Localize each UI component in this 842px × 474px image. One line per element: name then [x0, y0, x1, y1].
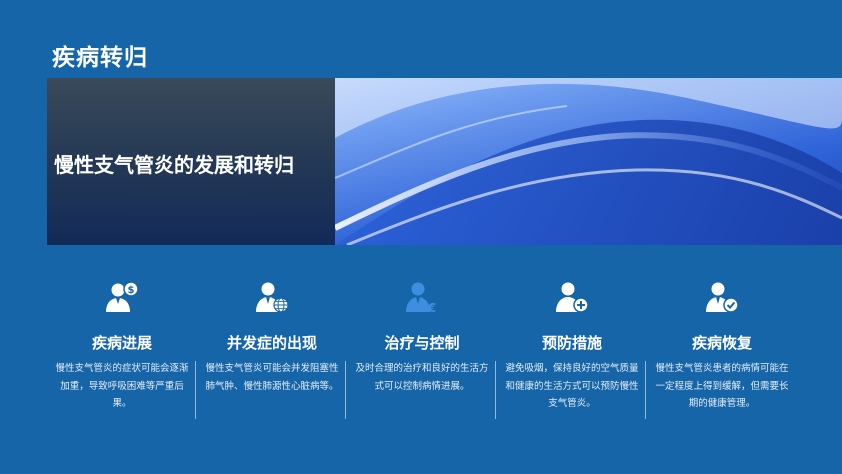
feature-item: 疾病恢复 慢性支气管炎患者的病情可能在一定程度上得到缓解，但需要长期的健康管理。: [647, 275, 797, 425]
page-title: 疾病转归: [52, 45, 148, 71]
person-euro-icon: €: [406, 282, 436, 313]
feature-item: 并发症的出现 慢性支气管炎可能会并发阻塞性肺气肿、慢性肺源性心脏病等。: [197, 275, 347, 425]
feature-row: $ 疾病进展 慢性支气管炎的症状可能会逐渐加重，导致呼吸困难等严重后果。 并发症…: [47, 275, 797, 425]
feature-description: 慢性支气管炎患者的病情可能在一定程度上得到缓解，但需要长期的健康管理。: [655, 363, 789, 409]
svg-text:€: €: [427, 301, 436, 313]
feature-description: 避免吸烟，保持良好的空气质量和健康的生活方式可以预防慢性支气管炎。: [505, 363, 639, 409]
person-check-icon: [706, 282, 739, 313]
banner-title: 慢性支气管炎的发展和转归: [54, 153, 294, 177]
feature-description: 及时合理的治疗和良好的生活方式可以控制病情进展。: [355, 363, 489, 392]
divider: [195, 361, 196, 419]
banner: 慢性支气管炎的发展和转归: [47, 78, 842, 245]
person-plus-icon: [556, 282, 589, 313]
feature-title: 疾病进展: [91, 334, 152, 352]
feature-item: $ 疾病进展 慢性支气管炎的症状可能会逐渐加重，导致呼吸困难等严重后果。: [47, 275, 197, 425]
person-dollar-icon: $: [106, 281, 139, 312]
divider: [645, 361, 646, 419]
divider: [495, 361, 496, 419]
feature-item: 预防措施 避免吸烟，保持良好的空气质量和健康的生活方式可以预防慢性支气管炎。: [497, 275, 647, 425]
feature-description: 慢性支气管炎的症状可能会逐渐加重，导致呼吸困难等严重后果。: [55, 363, 189, 409]
feature-title: 疾病恢复: [691, 334, 752, 352]
person-globe-icon: [256, 282, 289, 313]
divider: [345, 361, 346, 419]
feature-title: 并发症的出现: [226, 334, 317, 352]
feature-item: € 治疗与控制 及时合理的治疗和良好的生活方式可以控制病情进展。: [347, 275, 497, 425]
feature-description: 慢性支气管炎可能会并发阻塞性肺气肿、慢性肺源性心脏病等。: [205, 363, 339, 392]
svg-text:$: $: [128, 285, 135, 296]
feature-title: 预防措施: [541, 334, 602, 352]
feature-title: 治疗与控制: [384, 334, 460, 352]
